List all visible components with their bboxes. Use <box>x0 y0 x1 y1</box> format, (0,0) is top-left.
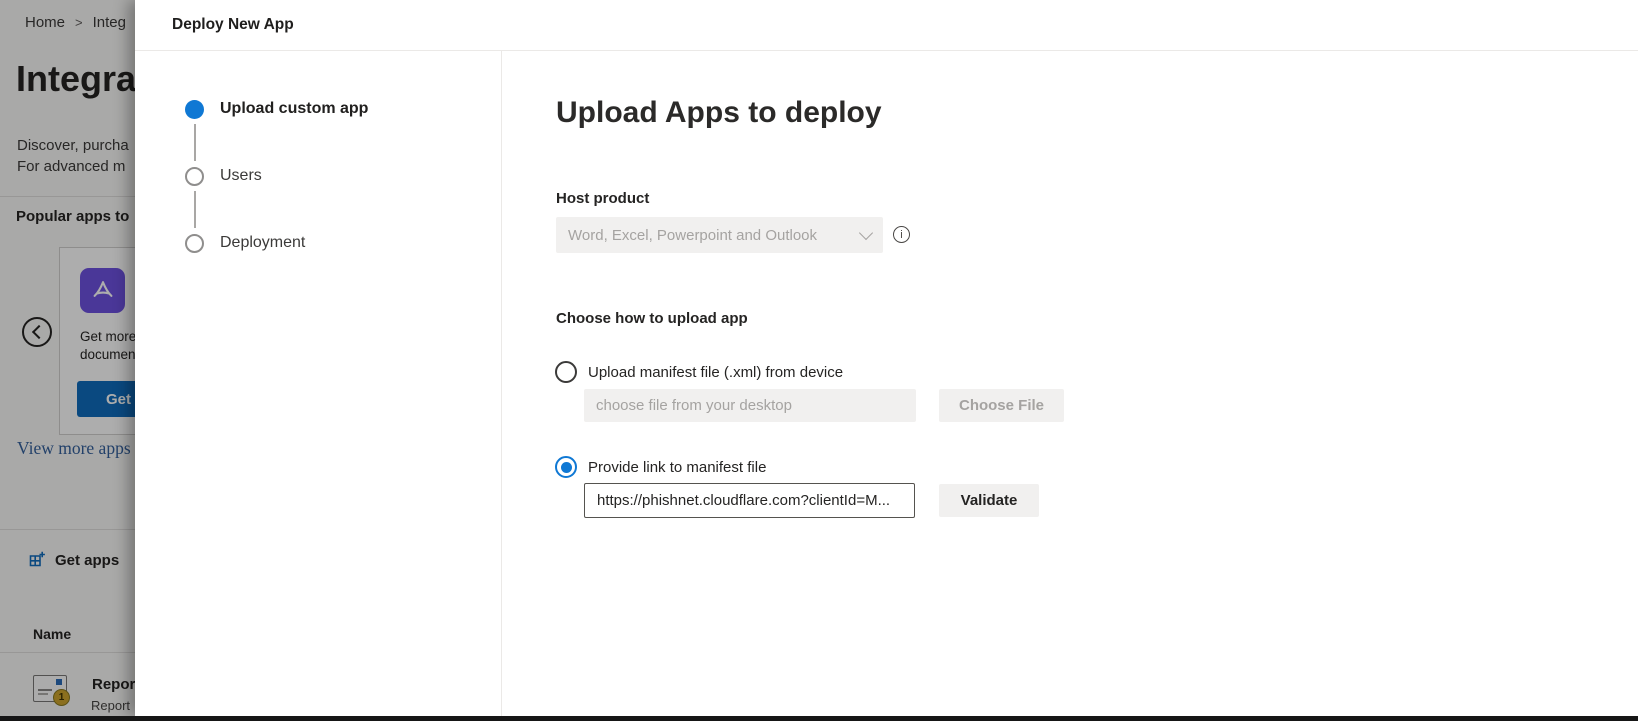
step-idle-dot-icon <box>185 234 204 253</box>
choose-file-button[interactable]: Choose File <box>939 389 1064 422</box>
panel-header: Deploy New App <box>135 0 1638 51</box>
wizard-steps: Upload custom app Users Deployment <box>135 51 502 716</box>
radio-provide-link-label[interactable]: Provide link to manifest file <box>588 459 766 476</box>
radio-upload-manifest-file[interactable] <box>555 361 577 383</box>
upload-method-label: Choose how to upload app <box>556 310 748 327</box>
step-connector <box>194 191 196 228</box>
form-title: Upload Apps to deploy <box>556 96 882 130</box>
radio-provide-link[interactable] <box>555 456 577 478</box>
chevron-down-icon <box>859 226 873 240</box>
host-product-label: Host product <box>556 190 649 207</box>
step-upload-custom-app[interactable]: Upload custom app <box>185 99 501 119</box>
step-idle-dot-icon <box>185 167 204 186</box>
step-active-dot-icon <box>185 100 204 119</box>
step-deployment[interactable]: Deployment <box>185 233 501 253</box>
window-bottom-edge <box>0 716 1638 721</box>
screen: Home > Integ Integra Discover, purcha Fo… <box>0 0 1638 721</box>
deploy-new-app-panel: Deploy New App Upload custom app Users D… <box>135 0 1638 716</box>
host-product-dropdown[interactable]: Word, Excel, Powerpoint and Outlook <box>556 217 883 253</box>
validate-button[interactable]: Validate <box>939 484 1039 517</box>
host-product-value: Word, Excel, Powerpoint and Outlook <box>568 227 861 244</box>
panel-title: Deploy New App <box>172 16 294 34</box>
radio-upload-manifest-file-label[interactable]: Upload manifest file (.xml) from device <box>588 364 843 381</box>
manifest-link-input[interactable] <box>584 483 915 518</box>
step-users[interactable]: Users <box>185 166 501 186</box>
manifest-file-input[interactable] <box>584 389 916 422</box>
info-icon[interactable]: i <box>893 226 910 243</box>
wizard-content: Upload Apps to deploy Host product Word,… <box>502 51 1638 716</box>
step-connector <box>194 124 196 161</box>
